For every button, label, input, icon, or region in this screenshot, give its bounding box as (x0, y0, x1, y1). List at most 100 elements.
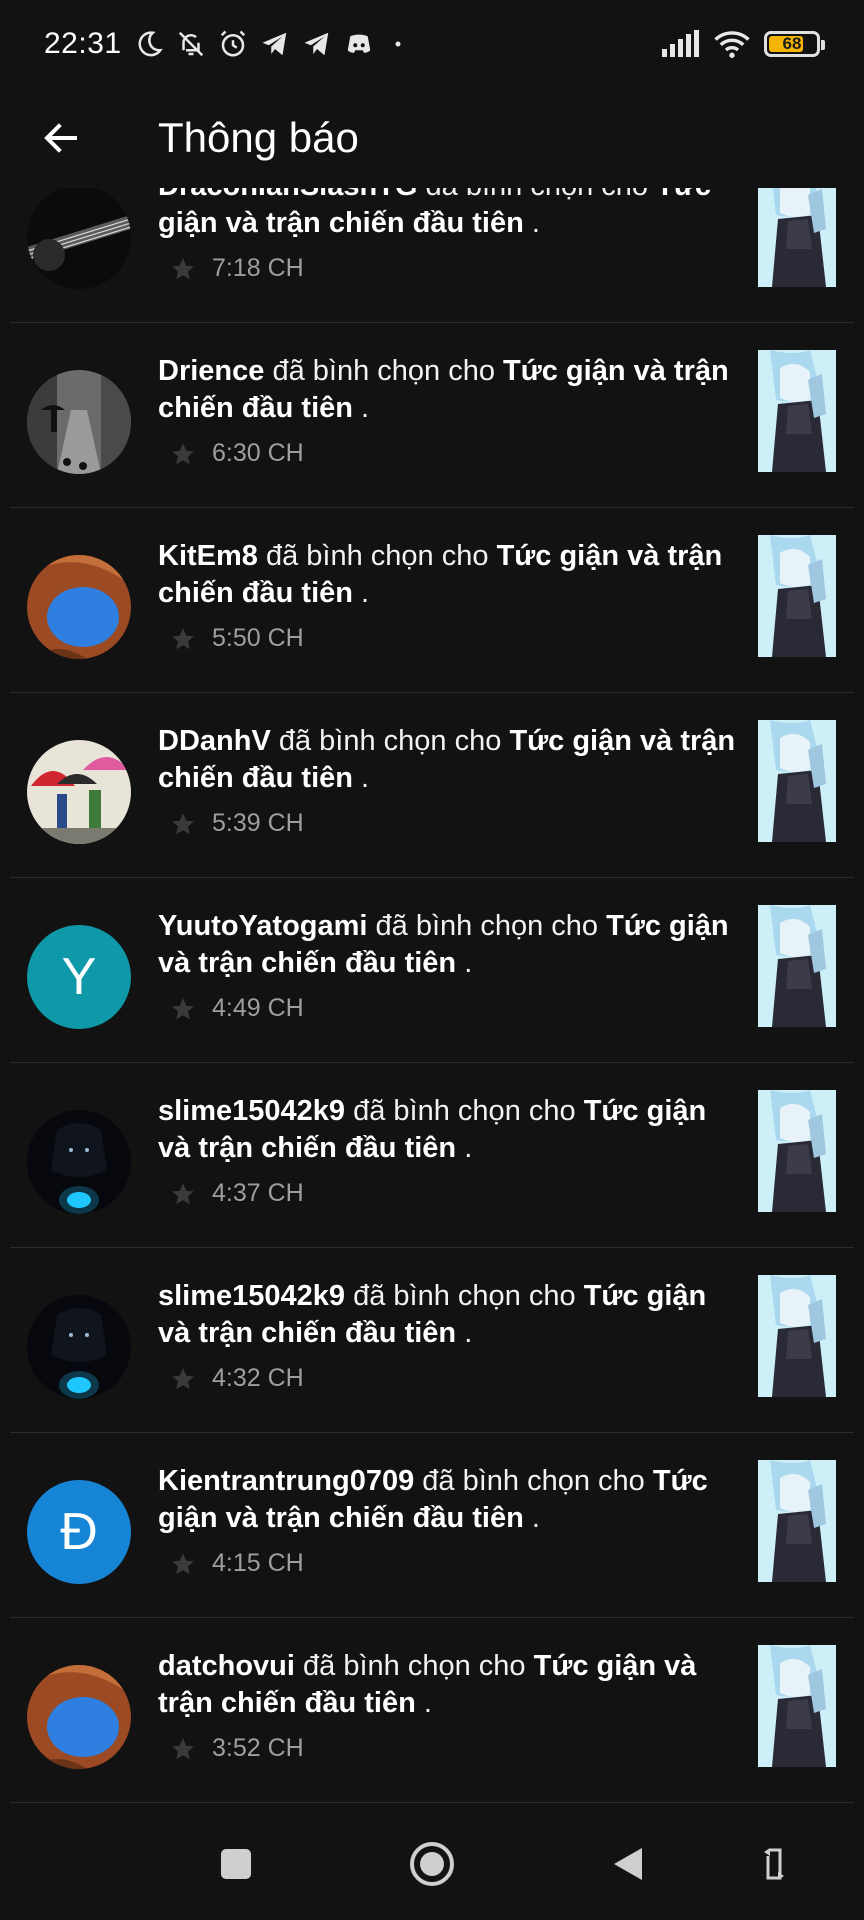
avatar-letter: Y (61, 948, 97, 1006)
story-cover-thumbnail[interactable] (758, 1090, 836, 1212)
notification-suffix: . (352, 577, 370, 609)
notification-item[interactable]: Đ Kientrantrung0709 đã bình chọn cho Tức… (10, 1433, 854, 1618)
story-cover-thumbnail[interactable] (758, 535, 836, 657)
star-icon (172, 1182, 194, 1204)
story-cover-thumbnail[interactable] (758, 1460, 836, 1582)
status-time: 22:31 (44, 27, 122, 60)
notification-suffix: . (523, 1502, 540, 1534)
notification-content: datchovui đã bình chọn cho Tức giận và t… (158, 1648, 738, 1763)
notification-content: YuutoYatogami đã bình chọn cho Tức giận … (158, 908, 738, 1023)
notification-item[interactable]: datchovui đã bình chọn cho Tức giận và t… (10, 1618, 854, 1803)
star-icon (172, 257, 194, 279)
square-icon (221, 1849, 251, 1879)
notification-meta: 7:18 CH (170, 254, 738, 283)
notification-username[interactable]: slime15042k9 (158, 1280, 345, 1312)
notification-suffix: . (523, 207, 540, 239)
wifi-icon (714, 31, 750, 58)
battery-icon: 68 (764, 31, 825, 57)
star-icon (172, 1552, 194, 1574)
notification-item[interactable]: slime15042k9 đã bình chọn cho Tức giận v… (10, 1248, 854, 1433)
notification-content: Drience đã bình chọn cho Tức giận và trậ… (158, 353, 738, 468)
notification-message: slime15042k9 đã bình chọn cho Tức giận v… (158, 1278, 738, 1352)
notification-username[interactable]: YuutoYatogami (158, 910, 367, 942)
notification-time: 4:49 CH (212, 994, 304, 1022)
notification-username[interactable]: datchovui (158, 1650, 295, 1682)
notification-message: datchovui đã bình chọn cho Tức giận và t… (158, 1648, 738, 1722)
notification-suffix: . (352, 762, 370, 794)
story-cover-thumbnail[interactable] (758, 905, 836, 1027)
story-cover-thumbnail[interactable] (758, 1275, 836, 1397)
notification-action: đã bình chọn cho (414, 1465, 653, 1497)
story-cover-thumbnail[interactable] (758, 1645, 836, 1767)
notification-suffix: . (456, 1132, 473, 1164)
notification-meta: 4:49 CH (170, 994, 738, 1023)
notification-meta: 4:37 CH (170, 1179, 738, 1208)
avatar[interactable] (27, 1295, 131, 1399)
avatar[interactable] (27, 1110, 131, 1214)
story-cover-thumbnail[interactable] (758, 188, 836, 287)
notification-time: 6:30 CH (212, 439, 304, 467)
telegram-icon (262, 32, 286, 56)
notification-meta: 4:15 CH (170, 1549, 738, 1578)
notification-time: 7:18 CH (212, 254, 304, 282)
telegram-icon (304, 32, 328, 56)
notification-time: 4:37 CH (212, 1179, 304, 1207)
notification-username[interactable]: Kientrantrung0709 (158, 1465, 414, 1497)
notification-item[interactable]: KitEm8 đã bình chọn cho Tức giận và trận… (10, 508, 854, 693)
notification-time: 5:50 CH (212, 624, 304, 652)
avatar[interactable] (27, 555, 131, 659)
recent-apps-button[interactable] (208, 1836, 264, 1892)
notification-action: đã bình chọn cho (264, 355, 504, 387)
avatar[interactable] (27, 370, 131, 474)
notification-content: DDanhV đã bình chọn cho Tức giận và trận… (158, 723, 738, 838)
notification-list-content: DraconianSlashTG đã bình chọn cho Tức gi… (0, 188, 864, 1803)
rotate-icon (764, 1848, 784, 1880)
page-title: Thông báo (158, 114, 359, 161)
notification-message: DraconianSlashTG đã bình chọn cho Tức gi… (158, 188, 738, 242)
notification-content: slime15042k9 đã bình chọn cho Tức giận v… (158, 1278, 738, 1393)
signal-icon (662, 30, 699, 57)
notification-list[interactable]: DraconianSlashTG đã bình chọn cho Tức gi… (0, 188, 864, 1808)
notification-item[interactable]: DraconianSlashTG đã bình chọn cho Tức gi… (10, 188, 854, 323)
notification-username[interactable]: KitEm8 (158, 540, 258, 572)
app-bar: Thông báo (0, 88, 864, 188)
system-nav-bar (0, 1808, 864, 1920)
notification-content: slime15042k9 đã bình chọn cho Tức giận v… (158, 1093, 738, 1208)
home-button[interactable] (404, 1836, 460, 1892)
story-cover-thumbnail[interactable] (758, 350, 836, 472)
back-nav-button[interactable] (600, 1836, 656, 1892)
avatar[interactable] (27, 740, 131, 844)
rotate-button[interactable] (746, 1836, 802, 1892)
star-icon (172, 442, 194, 464)
back-button[interactable] (0, 88, 124, 188)
bell-off-icon (178, 31, 203, 57)
dot-icon (395, 41, 401, 47)
avatar[interactable] (27, 188, 131, 289)
notification-message: Drience đã bình chọn cho Tức giận và trậ… (158, 353, 738, 427)
notification-time: 3:52 CH (212, 1734, 304, 1762)
notification-username[interactable]: Drience (158, 355, 264, 387)
notification-content: KitEm8 đã bình chọn cho Tức giận và trận… (158, 538, 738, 653)
story-cover-thumbnail[interactable] (758, 720, 836, 842)
notification-message: DDanhV đã bình chọn cho Tức giận và trận… (158, 723, 738, 797)
notification-item[interactable]: DDanhV đã bình chọn cho Tức giận và trận… (10, 693, 854, 878)
star-icon (172, 812, 194, 834)
notification-time: 5:39 CH (212, 809, 304, 837)
notification-suffix: . (456, 1317, 473, 1349)
notification-item[interactable]: Drience đã bình chọn cho Tức giận và trậ… (10, 323, 854, 508)
notification-username[interactable]: DraconianSlashTG (158, 188, 417, 202)
notification-action: đã bình chọn cho (270, 725, 510, 757)
notification-item[interactable]: Y YuutoYatogami đã bình chọn cho Tức giậ… (10, 878, 854, 1063)
battery-level: 68 (782, 34, 802, 53)
status-bar: 22:31 68 (0, 0, 864, 88)
notification-username[interactable]: DDanhV (158, 725, 271, 757)
moon-icon (138, 31, 163, 57)
avatar[interactable] (27, 1665, 131, 1769)
avatar[interactable]: Y (27, 925, 131, 1029)
notification-username[interactable]: slime15042k9 (158, 1095, 345, 1127)
star-icon (172, 1737, 194, 1759)
avatar[interactable]: Đ (27, 1480, 131, 1584)
notification-action: đã bình chọn cho (417, 188, 656, 202)
star-icon (172, 1367, 194, 1389)
notification-item[interactable]: slime15042k9 đã bình chọn cho Tức giận v… (10, 1063, 854, 1248)
